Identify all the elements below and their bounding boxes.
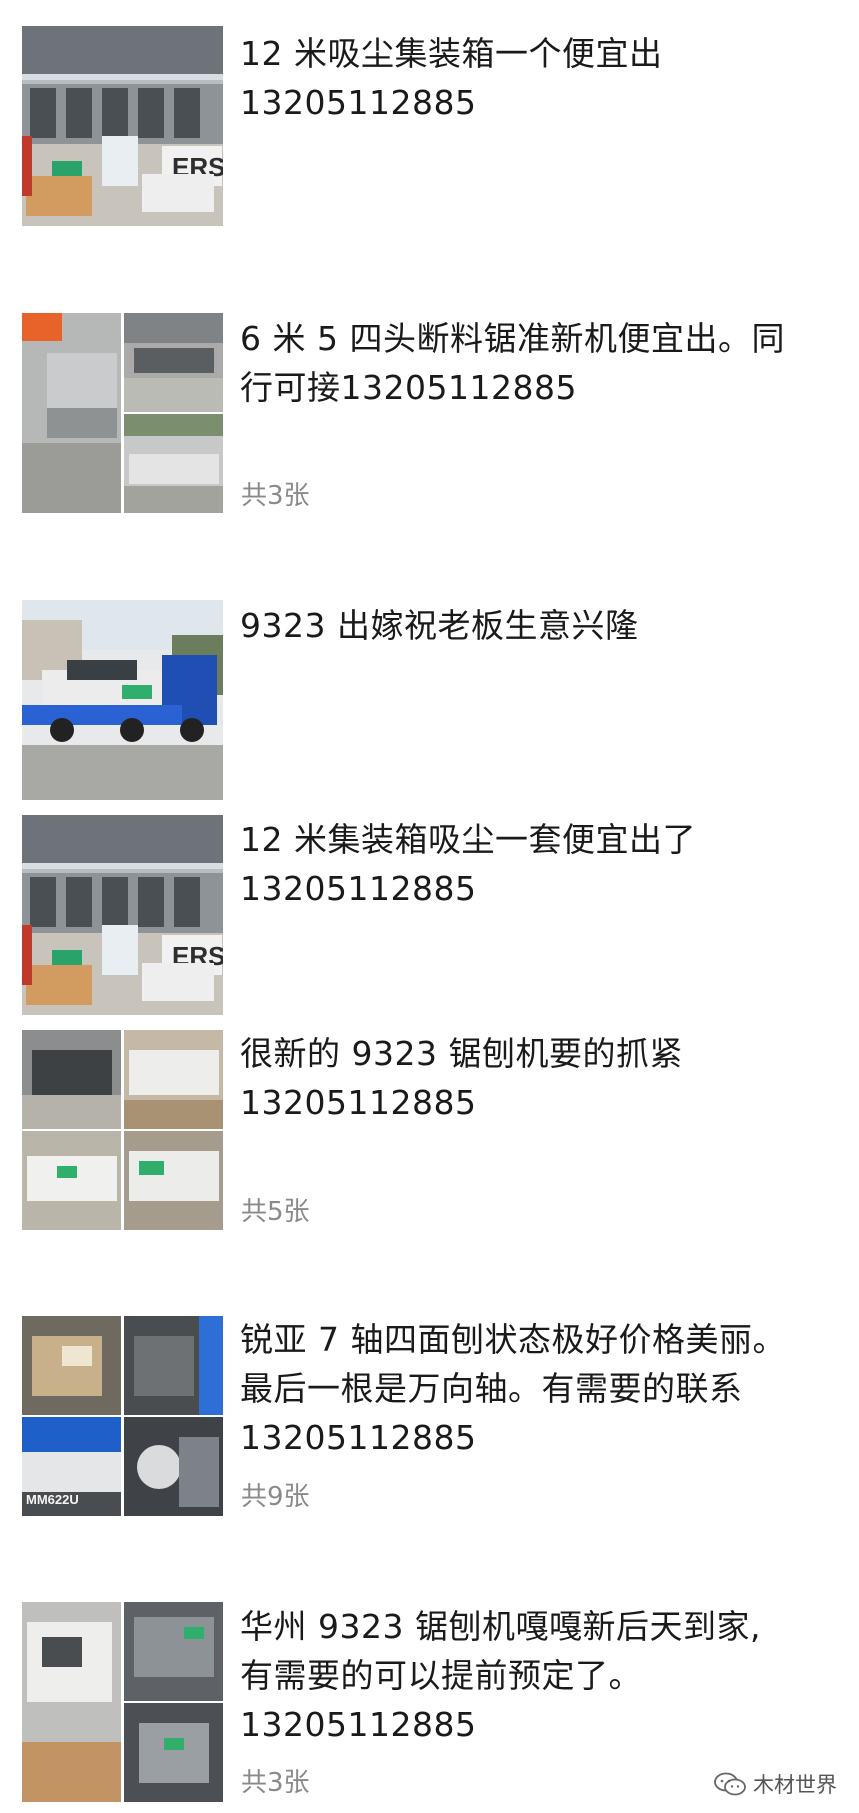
thumbnail-image xyxy=(22,1602,121,1802)
truck-photo xyxy=(22,600,223,800)
post-text-line: 12 米吸尘集装箱一个便宜出 xyxy=(240,34,663,73)
thumbnail-image xyxy=(124,1417,223,1516)
thumbnail-image xyxy=(22,1030,121,1129)
post-text-line: 9323 出嫁祝老板生意兴隆 xyxy=(240,606,639,645)
post-text-line: 行可接13205112885 xyxy=(240,368,577,407)
phone-number[interactable]: 13205112885 xyxy=(240,1700,841,1749)
post-thumbnail-grid[interactable] xyxy=(22,1030,223,1230)
phone-number[interactable]: 13205112885 xyxy=(240,1413,841,1462)
post-thumbnail-grid[interactable] xyxy=(22,313,223,513)
image-count: 共3张 xyxy=(241,1768,310,1798)
post-text-line: 12 米集装箱吸尘一套便宜出了 xyxy=(240,820,696,859)
post-text-line: 最后一根是万向轴。有需要的联系 xyxy=(240,1369,743,1408)
thumbnail-image xyxy=(124,1602,223,1701)
post-text-line: 华州 9323 锯刨机嘎嘎新后天到家, xyxy=(240,1607,761,1646)
post-thumbnail[interactable] xyxy=(22,600,223,800)
post-thumbnail[interactable]: ERS xyxy=(22,26,223,226)
post-thumbnail[interactable]: ERS xyxy=(22,815,223,1015)
warehouse-photo: ERS xyxy=(22,26,223,226)
post-text-line: 很新的 9323 锯刨机要的抓紧 xyxy=(240,1034,683,1073)
image-count: 共9张 xyxy=(241,1482,310,1512)
thumbnail-image xyxy=(124,1316,223,1415)
image-count: 共5张 xyxy=(241,1197,310,1227)
machine-model-label: MM622U xyxy=(26,1492,79,1507)
watermark: 木材世界 xyxy=(713,1769,837,1799)
post-thumbnail-grid[interactable] xyxy=(22,1602,223,1802)
post-thumbnail-grid[interactable]: MM622U xyxy=(22,1316,223,1516)
warehouse-photo: ERS xyxy=(22,815,223,1015)
thumbnail-image: MM622U xyxy=(22,1417,121,1516)
post-text-line: 锐亚 7 轴四面刨状态极好价格美丽。 xyxy=(240,1320,786,1359)
phone-number[interactable]: 13205112885 xyxy=(240,864,841,913)
thumbnail-image xyxy=(124,1131,223,1230)
phone-number[interactable]: 13205112885 xyxy=(240,78,841,127)
thumbnail-image xyxy=(22,1316,121,1415)
thumbnail-image xyxy=(124,414,223,513)
thumbnail-image xyxy=(22,313,121,513)
post-text-line: 有需要的可以提前预定了。 xyxy=(240,1656,642,1695)
thumbnail-image xyxy=(124,1030,223,1129)
phone-number[interactable]: 13205112885 xyxy=(240,1078,841,1127)
post-text-line: 6 米 5 四头断料锯准新机便宜出。同 xyxy=(240,319,785,358)
wechat-channel-icon xyxy=(714,1772,746,1796)
thumbnail-image xyxy=(124,1703,223,1802)
thumbnail-image xyxy=(22,1131,121,1230)
watermark-text: 木材世界 xyxy=(753,1773,837,1797)
thumbnail-image xyxy=(124,313,223,412)
image-count: 共3张 xyxy=(241,481,310,511)
